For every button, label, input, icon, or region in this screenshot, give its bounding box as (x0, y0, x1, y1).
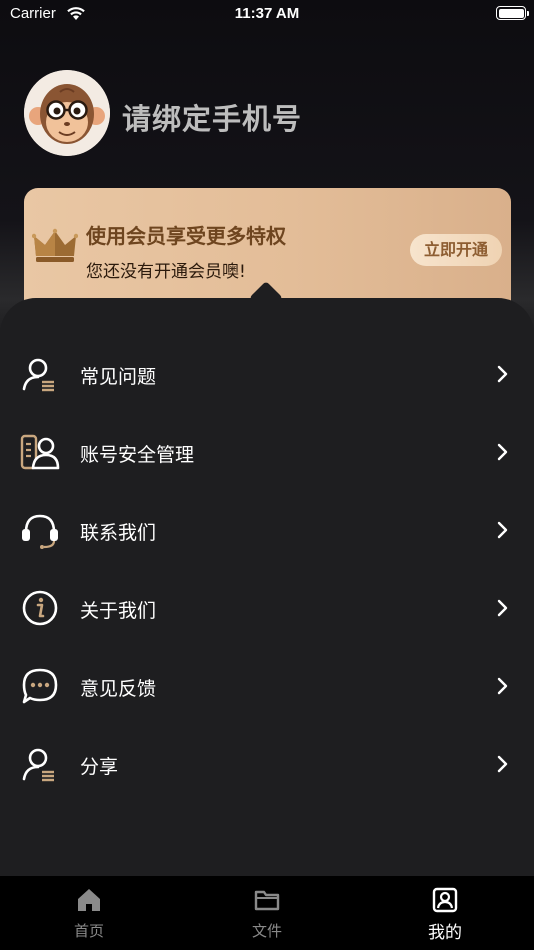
chevron-right-icon (497, 677, 508, 695)
menu-item-label: 联系我们 (80, 522, 157, 544)
menu-item-feedback[interactable]: 意见反馈 (0, 647, 534, 725)
tab-label: 我的 (428, 923, 462, 943)
chevron-right-icon (497, 755, 508, 773)
folder-icon (254, 890, 280, 911)
headset-icon (22, 514, 58, 549)
menu-item-account-security[interactable]: 账号安全管理 (0, 413, 534, 491)
share-user-icon (22, 748, 54, 782)
menu-item-about-us[interactable]: 关于我们 (0, 569, 534, 647)
menu-item-faq[interactable]: 常见问题 (0, 335, 534, 413)
menu-item-label: 常见问题 (80, 366, 157, 388)
profile-screen: Carrier 11:37 AM 请绑定手机号 使用会员享受更多特权 您还没有开… (0, 0, 534, 950)
menu-item-label: 分享 (80, 756, 119, 778)
tab-home[interactable]: 首页 (0, 876, 178, 950)
info-icon (22, 590, 58, 626)
menu-item-label: 关于我们 (80, 600, 157, 622)
menu-item-share[interactable]: 分享 (0, 725, 534, 803)
profile-icon (432, 887, 458, 913)
tab-bar: 首页 文件 我的 (0, 876, 534, 950)
menu-item-label: 意见反馈 (80, 678, 157, 700)
tab-label: 首页 (73, 922, 104, 940)
avatar[interactable] (24, 70, 110, 156)
user-list-icon (22, 358, 54, 392)
tab-label: 文件 (251, 922, 282, 940)
home-icon (78, 889, 100, 911)
status-bar: Carrier 11:37 AM (0, 0, 534, 28)
account-security-icon (20, 434, 60, 470)
chat-bubble-icon (22, 668, 58, 704)
open-vip-button[interactable]: 立即开通 (410, 234, 502, 266)
menu-item-label: 账号安全管理 (80, 444, 195, 466)
vip-subtitle: 您还没有开通会员噢! (86, 262, 246, 282)
battery-icon (496, 6, 529, 20)
vip-title: 使用会员享受更多特权 (86, 224, 286, 248)
chevron-right-icon (497, 365, 508, 383)
status-time: 11:37 AM (234, 5, 300, 22)
crown-icon (32, 228, 78, 262)
settings-menu: 常见问题 账号安全管理 联系我们 关于我们 意见反馈 分享 (0, 298, 534, 876)
chevron-right-icon (497, 443, 508, 461)
chevron-right-icon (497, 521, 508, 539)
tab-mine[interactable]: 我的 (356, 876, 534, 950)
monkey-avatar-icon (24, 70, 110, 156)
menu-item-contact-us[interactable]: 联系我们 (0, 491, 534, 569)
chevron-right-icon (497, 599, 508, 617)
tab-files[interactable]: 文件 (178, 876, 356, 950)
bind-phone-title[interactable]: 请绑定手机号 (122, 96, 302, 138)
